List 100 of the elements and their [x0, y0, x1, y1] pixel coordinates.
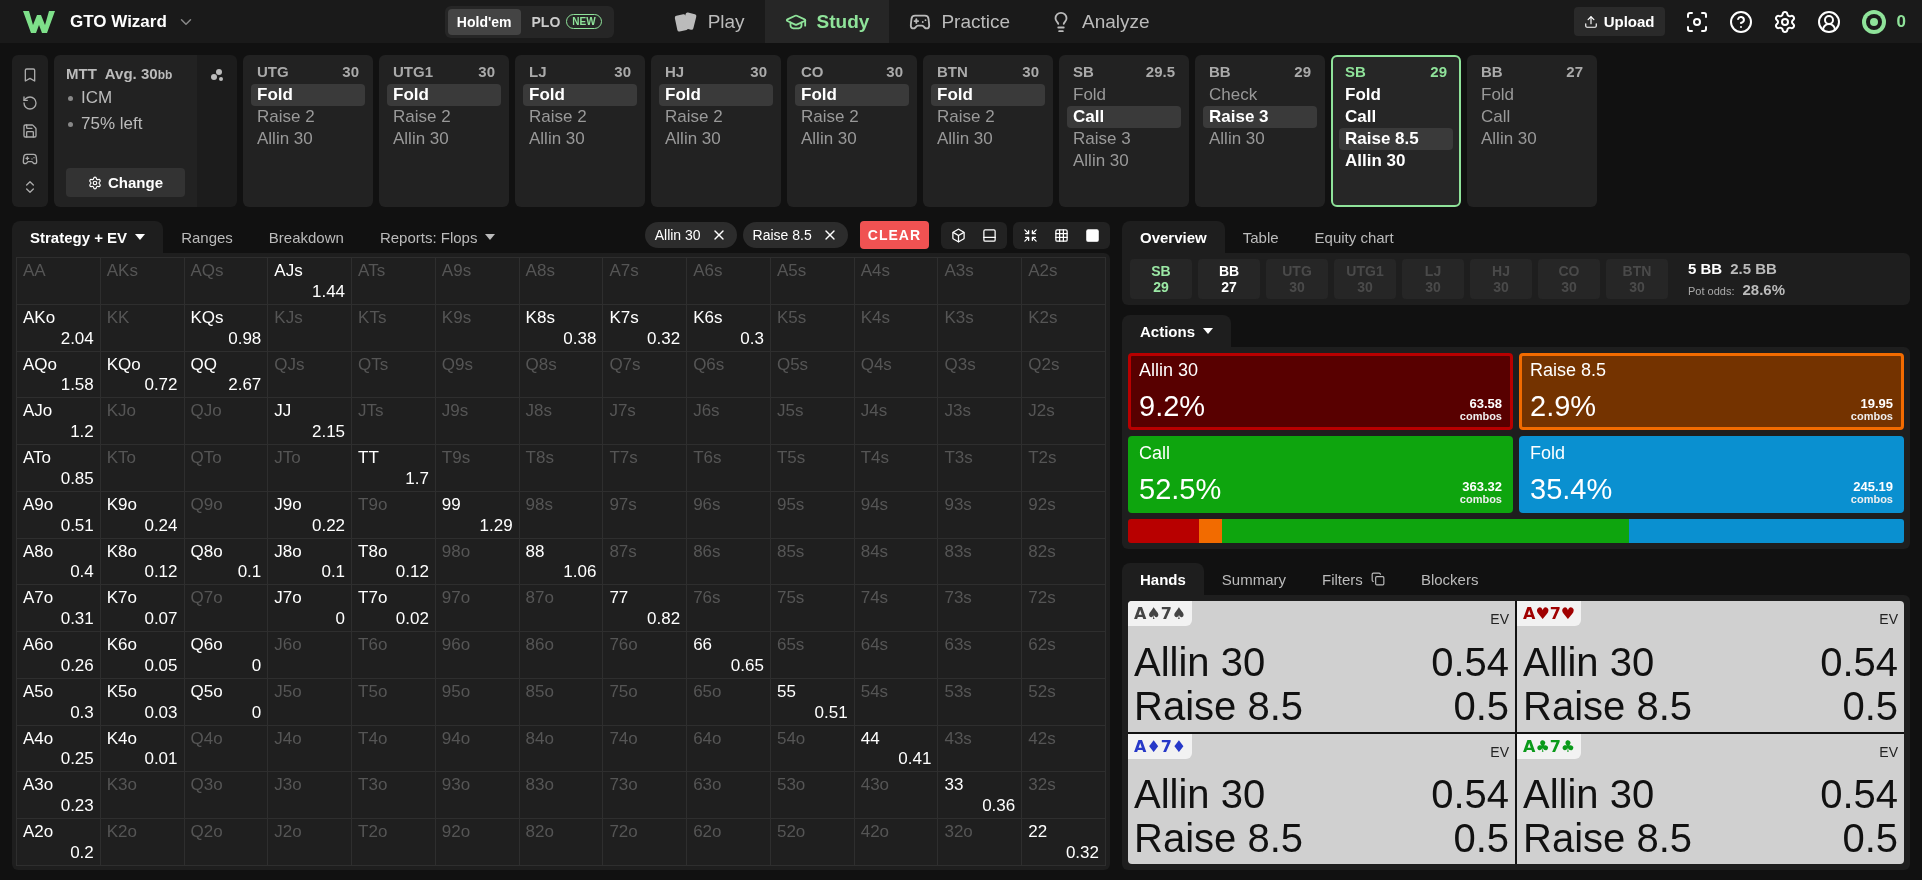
hand-card[interactable]: A♣7♣ EV Allin 30 0.54 Raise 8.5 0.5 — [1517, 733, 1904, 864]
matrix-cell[interactable]: A6o 0.26 — [17, 632, 100, 678]
filter-chip[interactable]: Raise 8.5 — [742, 222, 848, 248]
nav-tab[interactable]: Study — [764, 0, 890, 43]
position-card[interactable]: LJ 30 Fold Raise 2 Allin 30 — [515, 55, 645, 207]
matrix-cell[interactable]: K5o 0.03 — [100, 678, 184, 725]
actions-dropdown[interactable]: Actions — [1122, 315, 1231, 347]
action-option[interactable]: Call — [1339, 106, 1453, 128]
action-option[interactable]: Fold — [251, 84, 365, 106]
action-option[interactable]: Raise 2 — [931, 106, 1045, 128]
position-card[interactable]: SB 29 Fold Call Raise 8.5 Allin 30 — [1331, 55, 1461, 207]
matrix-cell[interactable]: A7o 0.31 — [17, 585, 100, 632]
logo-icon[interactable] — [22, 9, 56, 34]
action-option[interactable]: Allin 30 — [1067, 150, 1181, 172]
matrix-cell[interactable]: T8o 0.12 — [352, 538, 435, 585]
gamepad-icon[interactable] — [22, 151, 38, 167]
nav-tab[interactable]: Play — [653, 0, 765, 43]
overview-tab[interactable]: Overview — [1122, 221, 1225, 253]
change-button[interactable]: Change — [66, 168, 185, 197]
matrix-cell[interactable]: K6o 0.05 — [100, 632, 184, 678]
hand-card[interactable]: A♠7♠ EV Allin 30 0.54 Raise 8.5 0.5 — [1128, 601, 1515, 732]
action-option[interactable]: Fold — [523, 84, 637, 106]
action-option[interactable]: Call — [1475, 106, 1589, 128]
matrix-cell[interactable]: AJo 1.2 — [17, 398, 100, 445]
matrix-cell[interactable]: Q6o 0 — [184, 632, 268, 678]
square-icon[interactable] — [1085, 227, 1100, 243]
strategy-tab[interactable]: Ranges — [163, 221, 251, 253]
action-option[interactable]: Fold — [1475, 84, 1589, 106]
matrix-cell[interactable]: J7o 0 — [268, 585, 352, 632]
hands-tab[interactable]: Filters — [1304, 563, 1403, 595]
strategy-tab[interactable]: Reports: Flops — [361, 221, 514, 253]
filter-chip[interactable]: Allin 30 — [644, 222, 737, 248]
action-option[interactable]: Raise 3 — [1203, 106, 1317, 128]
position-card[interactable]: UTG 30 Fold Raise 2 Allin 30 — [243, 55, 373, 207]
matrix-cell[interactable]: K8o 0.12 — [100, 538, 184, 585]
bookmark-icon[interactable] — [22, 67, 38, 83]
hand-card[interactable]: A♦7♦ EV Allin 30 0.54 Raise 8.5 0.5 — [1128, 733, 1515, 864]
position-card[interactable]: HJ 30 Fold Raise 2 Allin 30 — [651, 55, 781, 207]
matrix-cell[interactable]: JJ 2.15 — [268, 398, 352, 445]
position-card[interactable]: BTN 30 Fold Raise 2 Allin 30 — [923, 55, 1053, 207]
matrix-cell[interactable]: A8o 0.4 — [17, 538, 100, 585]
seat-tile[interactable]: SB 29 — [1130, 259, 1192, 299]
matrix-cell[interactable]: K6s 0.3 — [687, 304, 770, 351]
coin-icon[interactable] — [1860, 8, 1887, 35]
matrix-cell[interactable]: Q8o 0.1 — [184, 538, 268, 585]
position-card[interactable]: BB 29 Check Raise 3 Allin 30 — [1195, 55, 1325, 207]
action-option[interactable]: Raise 8.5 — [1339, 128, 1453, 150]
strategy-tab[interactable]: Breakdown — [250, 221, 362, 253]
matrix-cell[interactable]: 55 0.51 — [770, 678, 854, 725]
action-option[interactable]: Raise 2 — [659, 106, 773, 128]
overview-tab[interactable]: Equity chart — [1296, 221, 1412, 253]
shrink-icon[interactable] — [1023, 227, 1038, 243]
game-toggle-option[interactable]: PLO NEW — [522, 8, 611, 35]
action-option[interactable]: Fold — [1339, 84, 1453, 106]
position-card[interactable]: SB 29.5 Fold Call Raise 3 Allin 30 — [1059, 55, 1189, 207]
matrix-cell[interactable]: ATo 0.85 — [17, 445, 100, 491]
action-option[interactable]: Allin 30 — [795, 128, 909, 150]
screenshot-button[interactable] — [1684, 9, 1709, 34]
matrix-cell[interactable]: T7o 0.02 — [352, 585, 435, 632]
matrix-cell[interactable]: K4o 0.01 — [100, 725, 184, 772]
grid-icon[interactable] — [1054, 227, 1069, 243]
reset-icon[interactable] — [22, 95, 38, 111]
matrix-cell[interactable]: K9o 0.24 — [100, 491, 184, 538]
hands-tab[interactable]: Hands — [1122, 563, 1204, 595]
matrix-cell[interactable]: A5o 0.3 — [17, 678, 100, 725]
matrix-cell[interactable]: AQo 1.58 — [17, 351, 100, 398]
matrix-cell[interactable]: K7o 0.07 — [100, 585, 184, 632]
strategy-tab[interactable]: Strategy + EV — [12, 221, 164, 253]
game-toggle-option[interactable]: Hold'em — [447, 8, 521, 35]
matrix-cell[interactable]: J9o 0.22 — [268, 491, 352, 538]
hands-tab[interactable]: Blockers — [1402, 563, 1497, 595]
help-button[interactable] — [1728, 9, 1753, 34]
action-option[interactable]: Fold — [659, 84, 773, 106]
action-option[interactable]: Fold — [931, 84, 1045, 106]
action-option[interactable]: Allin 30 — [1203, 128, 1317, 150]
action-option[interactable]: Raise 3 — [1067, 128, 1181, 150]
action-option[interactable]: Allin 30 — [1339, 150, 1453, 172]
overview-tab[interactable]: Table — [1224, 221, 1297, 253]
seat-tile[interactable]: BB 27 — [1198, 259, 1260, 299]
matrix-cell[interactable]: 33 0.36 — [938, 772, 1022, 819]
action-card[interactable]: Raise 8.5 2.9% 19.95 combos — [1519, 353, 1904, 430]
hands-tab[interactable]: Summary — [1203, 563, 1305, 595]
account-button[interactable] — [1816, 9, 1841, 34]
panel-icon[interactable] — [982, 227, 997, 243]
matrix-cell[interactable]: KQs 0.98 — [184, 304, 268, 351]
matrix-cell[interactable]: J8o 0.1 — [268, 538, 352, 585]
action-option[interactable]: Raise 2 — [523, 106, 637, 128]
matrix-cell[interactable]: 44 0.41 — [854, 725, 938, 772]
matrix-cell[interactable]: 22 0.32 — [1022, 819, 1105, 865]
matrix-cell[interactable]: KQo 0.72 — [100, 351, 184, 398]
action-option[interactable]: Call — [1067, 106, 1181, 128]
position-card[interactable]: UTG1 30 Fold Raise 2 Allin 30 — [379, 55, 509, 207]
matrix-cell[interactable]: AJs 1.44 — [268, 258, 352, 304]
action-option[interactable]: Fold — [795, 84, 909, 106]
upload-button[interactable]: Upload — [1573, 7, 1665, 36]
matrix-cell[interactable]: K8s 0.38 — [519, 304, 603, 351]
action-option[interactable]: Allin 30 — [387, 128, 501, 150]
matrix-cell[interactable]: A4o 0.25 — [17, 725, 100, 772]
action-card[interactable]: Fold 35.4% 245.19 combos — [1519, 436, 1904, 513]
action-option[interactable]: Raise 2 — [251, 106, 365, 128]
